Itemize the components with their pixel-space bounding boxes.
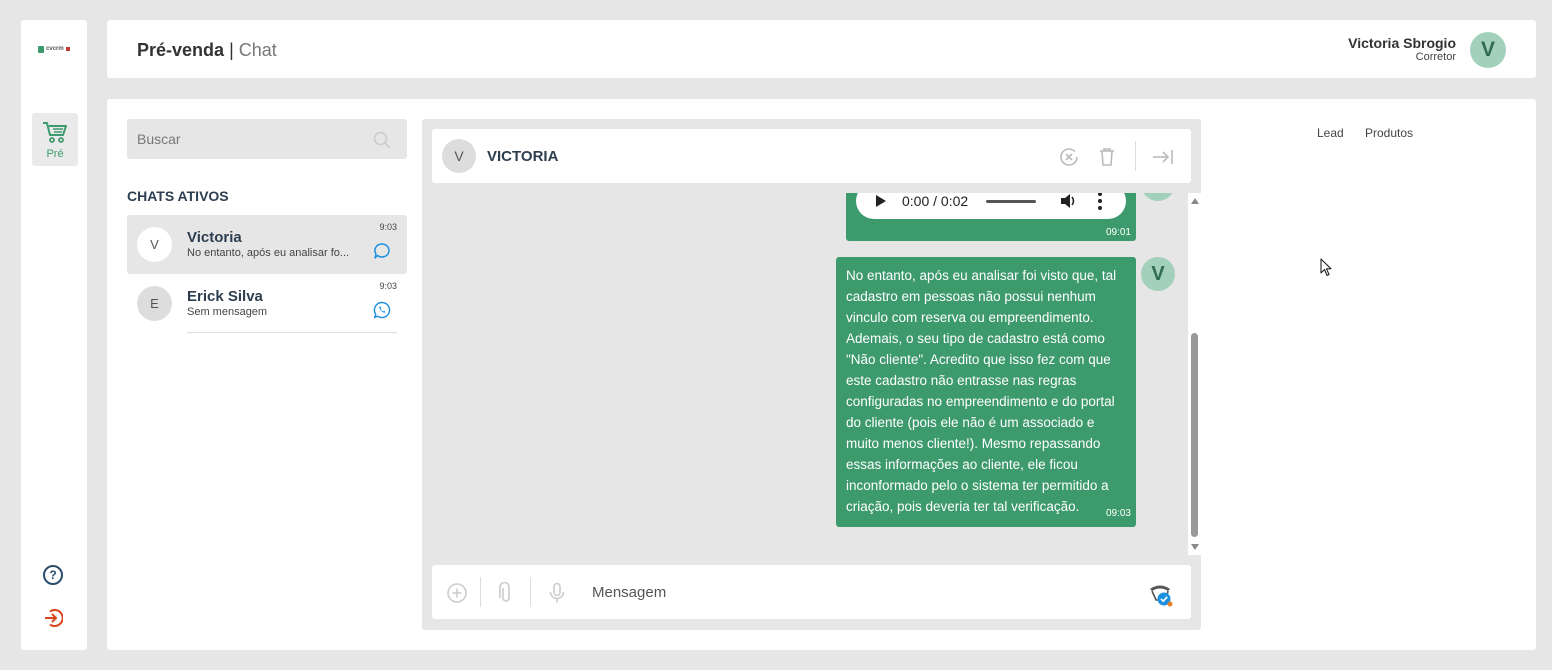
divider (530, 577, 531, 607)
play-icon[interactable] (876, 195, 886, 207)
transfer-icon[interactable] (1151, 147, 1175, 167)
tab-lead[interactable]: Lead (1317, 126, 1344, 140)
page-title: Pré-venda | Chat (137, 40, 277, 60)
sidebar-item-pre-venda[interactable]: Pré (32, 113, 78, 166)
chat-time: 9:03 (379, 281, 397, 291)
message-line: Ademais, o seu tipo de cadastro está com… (846, 331, 1105, 346)
avatar: V (442, 139, 476, 173)
audio-player: 0:00 / 0:02 (856, 193, 1126, 219)
logout-icon[interactable] (43, 608, 63, 628)
scroll-thumb[interactable] (1191, 333, 1198, 537)
tab-produtos[interactable]: Produtos (1365, 126, 1413, 140)
message-line: No entanto, após eu analisar foi visto q… (846, 268, 1117, 283)
chat-preview: Sem mensagem (187, 306, 268, 318)
section-title: CHATS ATIVOS (127, 188, 229, 204)
trash-icon[interactable] (1098, 147, 1116, 167)
avatar: V (137, 227, 172, 262)
chat-panel: V VICTORIA V (422, 119, 1201, 630)
message-line: inconformado pelo o sistema ter permitid… (846, 478, 1109, 493)
chat-name: Erick Silva (187, 288, 263, 305)
scroll-down-icon[interactable] (1191, 544, 1199, 550)
add-icon[interactable] (446, 582, 468, 604)
message-time: 09:01 (1105, 227, 1131, 238)
avatar: E (137, 286, 172, 321)
chat-header: V VICTORIA (432, 129, 1191, 183)
help-icon[interactable]: ? (43, 565, 63, 585)
avatar: V (1141, 193, 1175, 201)
message-list: V 0:00 / 0:02 09:01 V No entanto, após e… (432, 193, 1191, 555)
cvcrm-logo: cvcrm (38, 44, 70, 54)
avatar: V (1141, 257, 1175, 291)
attachment-icon[interactable] (498, 582, 514, 604)
message-line: vinculo com reserva ou empreendimento. (846, 310, 1094, 325)
whatsapp-icon (373, 301, 391, 319)
message-input[interactable] (592, 577, 1132, 607)
list-item[interactable]: V Victoria No entanto, após eu analisar … (127, 215, 407, 274)
search-input[interactable] (137, 119, 367, 159)
volume-icon[interactable] (1060, 193, 1078, 209)
main-panel: CHATS ATIVOS V Victoria No entanto, após… (107, 99, 1536, 650)
microphone-icon[interactable] (548, 582, 566, 604)
list-item[interactable]: E Erick Silva Sem mensagem 9:03 (127, 274, 407, 333)
user-info: Victoria Sbrogio Corretor (1348, 35, 1456, 63)
divider (187, 332, 397, 333)
chat-icon (374, 243, 390, 259)
search-box (127, 119, 407, 159)
scrollbar[interactable] (1188, 193, 1201, 555)
chat-preview: No entanto, após eu analisar fo... (187, 247, 350, 259)
message-line: criação, pois deveria ter tal verificaçã… (846, 499, 1080, 514)
message-line: "Não cliente". Acredito que isso fez com… (846, 352, 1111, 367)
text-message: No entanto, após eu analisar foi visto q… (836, 257, 1136, 527)
message-line: este cadastro não entrasse nas regras (846, 373, 1077, 388)
message-line: cadastro em pessoas não possui nenhum (846, 289, 1096, 304)
user-name: Victoria Sbrogio (1348, 35, 1456, 51)
audio-time: 0:00 / 0:02 (902, 193, 969, 209)
sidebar-item-label: Pré (46, 147, 64, 160)
avatar[interactable]: V (1470, 32, 1506, 68)
chat-name: Victoria (187, 229, 242, 246)
mouse-cursor-icon (1320, 258, 1332, 277)
divider (480, 577, 481, 607)
close-chat-icon[interactable] (1059, 147, 1079, 167)
left-rail: cvcrm Pré ? (21, 20, 87, 650)
message-line: muito menos cliente!). Mesmo repassando (846, 436, 1101, 451)
message-time: 09:03 (1105, 508, 1131, 519)
cart-icon (43, 121, 67, 143)
audio-message: 0:00 / 0:02 09:01 (846, 193, 1136, 241)
contact-name: VICTORIA (487, 148, 559, 165)
search-icon[interactable] (373, 131, 391, 149)
audio-progress[interactable] (986, 200, 1036, 203)
top-bar: Pré-venda | Chat Victoria Sbrogio Corret… (107, 20, 1536, 78)
divider (1135, 141, 1136, 171)
chat-time: 9:03 (379, 222, 397, 232)
scroll-up-icon[interactable] (1191, 198, 1199, 204)
message-line: configuradas no empreendimento e do port… (846, 394, 1115, 409)
message-line: essas informações ao cliente, ele ficou (846, 457, 1078, 472)
quick-reply-icon[interactable] (1148, 583, 1176, 609)
message-line: do cliente (pois ele não é um associado … (846, 415, 1095, 430)
message-composer (432, 565, 1191, 619)
more-options-icon[interactable] (1098, 193, 1102, 210)
user-role: Corretor (1415, 51, 1456, 63)
